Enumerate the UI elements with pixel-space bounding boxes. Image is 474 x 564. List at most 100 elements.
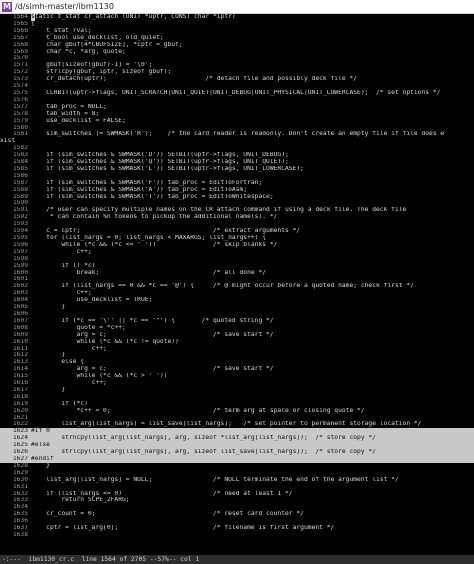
code-line[interactable]: 1611 c++; [0,346,474,353]
code-line[interactable]: 1637 cptr = list_arg[0]; /* filename is … [0,525,474,532]
code-text: #endif [31,456,54,462]
code-line[interactable]: 1609 arg = c; /* save start */ [0,332,474,339]
code-line[interactable]: 1600 break; /* all done */ [0,270,474,277]
code-line[interactable]: 1617 } [0,387,474,394]
code-line[interactable]: 1607 if (*c == '\'' || *c == '"') { /* q… [0,318,474,325]
code-text: c++; [31,290,92,297]
code-line[interactable]: 1585 if (sim_switches & SWMASK('L')) SET… [0,166,474,173]
code-line[interactable]: 1577 tab_proc = NULL; [0,104,474,111]
line-number: 1587 [12,179,28,186]
code-line[interactable]: 1595 for (list_nargs = 0; list_nargs < M… [0,235,474,242]
code-line[interactable]: 1571 gbuf[sizeof(gbuf)-1] = '\0'; [0,62,474,69]
code-text: xist [0,138,16,145]
code-line[interactable]: 1603 c++; [0,290,474,297]
code-line[interactable]: xist [0,138,474,145]
code-line[interactable]: 1597 c++; [0,249,474,256]
code-line[interactable]: 1599 if (! *c) [0,263,474,270]
code-line[interactable]: 1584 if (sim_switches & SWMASK('Q')) SET… [0,159,474,166]
code-line[interactable]: 1593 [0,221,474,228]
code-line[interactable]: 1588 if (sim_switches & SWMASK('A')) tab… [0,187,474,194]
line-number: 1588 [12,186,28,193]
code-line[interactable]: 1631 [0,484,474,491]
code-line[interactable]: 1579 use_decklist = FALSE; [0,118,474,125]
line-number: 1623 [12,428,28,435]
line-number: 1569 [12,48,28,55]
code-line[interactable]: 1605 } [0,304,474,311]
line-number: 1611 [12,345,28,352]
code-line[interactable]: 1598 [0,256,474,263]
code-line[interactable]: 1572 strlcpy(gbuf, iptr, sizeof gbuf); [0,69,474,76]
code-line[interactable]: 1619 if (*c) [0,401,474,408]
code-line[interactable]: 1632 if (list_nargs <= 0) /* need at lea… [0,491,474,498]
line-number: 1625 [12,442,28,449]
code-line[interactable]: 1625 #else [0,442,474,450]
code-line[interactable]: 1623 #if 0 [0,428,474,436]
code-line[interactable]: 1614 arg = c; /* save start */ [0,366,474,373]
code-line[interactable]: 1624 strncpy(list_arg[list_nargs], arg, … [0,435,474,443]
code-line[interactable]: 1565{ [0,21,474,28]
code-editor[interactable]: 1564 static t_stat cr_attach (UNIT *uptr,… [0,14,474,555]
code-line[interactable]: 1564 static t_stat cr_attach (UNIT *uptr,… [0,14,474,21]
code-line[interactable]: 1592 * can contain %n tokens to pickup t… [0,214,474,221]
code-line[interactable]: 1573 cr_detach(uptr); /* detach file and… [0,76,474,83]
code-line[interactable]: 1596 while (*c && (*c <= ' ')) /* skip b… [0,242,474,249]
code-line[interactable]: 1575 CLRBIT(uptr->flags, UNIT_SCRATCH|UN… [0,90,474,97]
code-line[interactable]: 1567 t_bool use_decklist, old_quiet; [0,35,474,42]
line-number: 1580 [12,124,28,131]
code-line[interactable]: 1613 else { [0,359,474,366]
code-line[interactable]: 1589 if (sim_switches & SWMASK('T')) tab… [0,194,474,201]
code-line[interactable]: 1633 return SCPE_2FARG; [0,497,474,504]
code-line[interactable]: 1612 } [0,352,474,359]
code-line[interactable]: 1570 [0,55,474,62]
code-line[interactable]: 1576 [0,97,474,104]
code-line[interactable]: 1616 c++; [0,380,474,387]
code-line[interactable]: 1594 c = cptr; /* extract arguments */ [0,228,474,235]
code-line[interactable]: 1608 quote = *c++; [0,325,474,332]
code-line[interactable]: 1582 [0,145,474,152]
code-line[interactable]: 1583 if (sim_switches & SWMASK('D')) SET… [0,152,474,159]
code-line[interactable]: 1627 #endif [0,456,474,463]
code-line[interactable]: 1621 [0,415,474,422]
code-line[interactable]: 1580 [0,125,474,132]
code-line[interactable]: 1635 cr_count = 0; /* reset card counter… [0,511,474,518]
code-line[interactable]: 1638 [0,532,474,539]
code-line[interactable]: 1618 [0,394,474,401]
line-number: 1603 [12,290,28,297]
code-text: arg = c; /* save start */ [31,331,274,338]
code-line[interactable]: 1568 char gbuf[4*CBUFSIZE], *cptr = gbuf… [0,42,474,49]
line-number: 1632 [12,490,28,497]
code-text: list_arg[list_nargs] = list_save[list_na… [31,421,422,428]
code-line[interactable]: 1586 [0,173,474,180]
code-line[interactable]: 1601 [0,276,474,283]
code-line[interactable]: 1574 [0,83,474,90]
code-line[interactable]: 1610 while (*c && (*c != quote)) [0,339,474,346]
line-number: 1593 [12,221,28,228]
code-line[interactable]: 1630 list_arg[list_nargs] = NULL; /* NUL… [0,477,474,484]
code-line[interactable]: 1615 while (*c && (*c > ' ')) [0,373,474,380]
code-line[interactable]: 1569 char *c, *arg, quote; [0,49,474,56]
code-line[interactable]: 1566 t_stat rval; [0,28,474,35]
line-number: 1601 [12,276,28,283]
code-line[interactable]: 1622 list_arg[list_nargs] = list_save[li… [0,421,474,428]
code-line[interactable]: 1587 if (sim_switches & SWMASK('F')) tab… [0,180,474,187]
line-number: 1589 [12,193,28,200]
code-text: tab_proc = NULL; [31,103,107,110]
code-line[interactable]: 1578 tab_width = 8; [0,111,474,118]
code-line[interactable]: 1629 [0,470,474,477]
code-line[interactable]: 1606 [0,311,474,318]
code-line[interactable]: 1636 [0,518,474,525]
line-number: 1575 [12,89,28,96]
code-line[interactable]: 1590 [0,200,474,207]
code-line[interactable]: 1620 *c++ = 0; /* term arg at space or c… [0,408,474,415]
code-line[interactable]: 1591 /* user can specify multiple names … [0,207,474,214]
line-number: 1582 [12,145,28,152]
code-line[interactable]: 1604 use_decklist = TRUE; [0,297,474,304]
code-line[interactable]: 1634 [0,504,474,511]
code-line[interactable]: 1581 sim_switches |= SWMASK('R'); /* the… [0,131,474,138]
code-line[interactable]: 1602 if (list_nargs == 0 && *c == '@') {… [0,283,474,290]
code-line[interactable]: 1628 } [0,463,474,470]
code-line[interactable]: 1626 strlcpy(list_arg[list_nargs], arg, … [0,449,474,456]
line-number: 1612 [12,352,28,359]
line-number: 1564 [12,14,28,20]
line-number: 1577 [12,103,28,110]
